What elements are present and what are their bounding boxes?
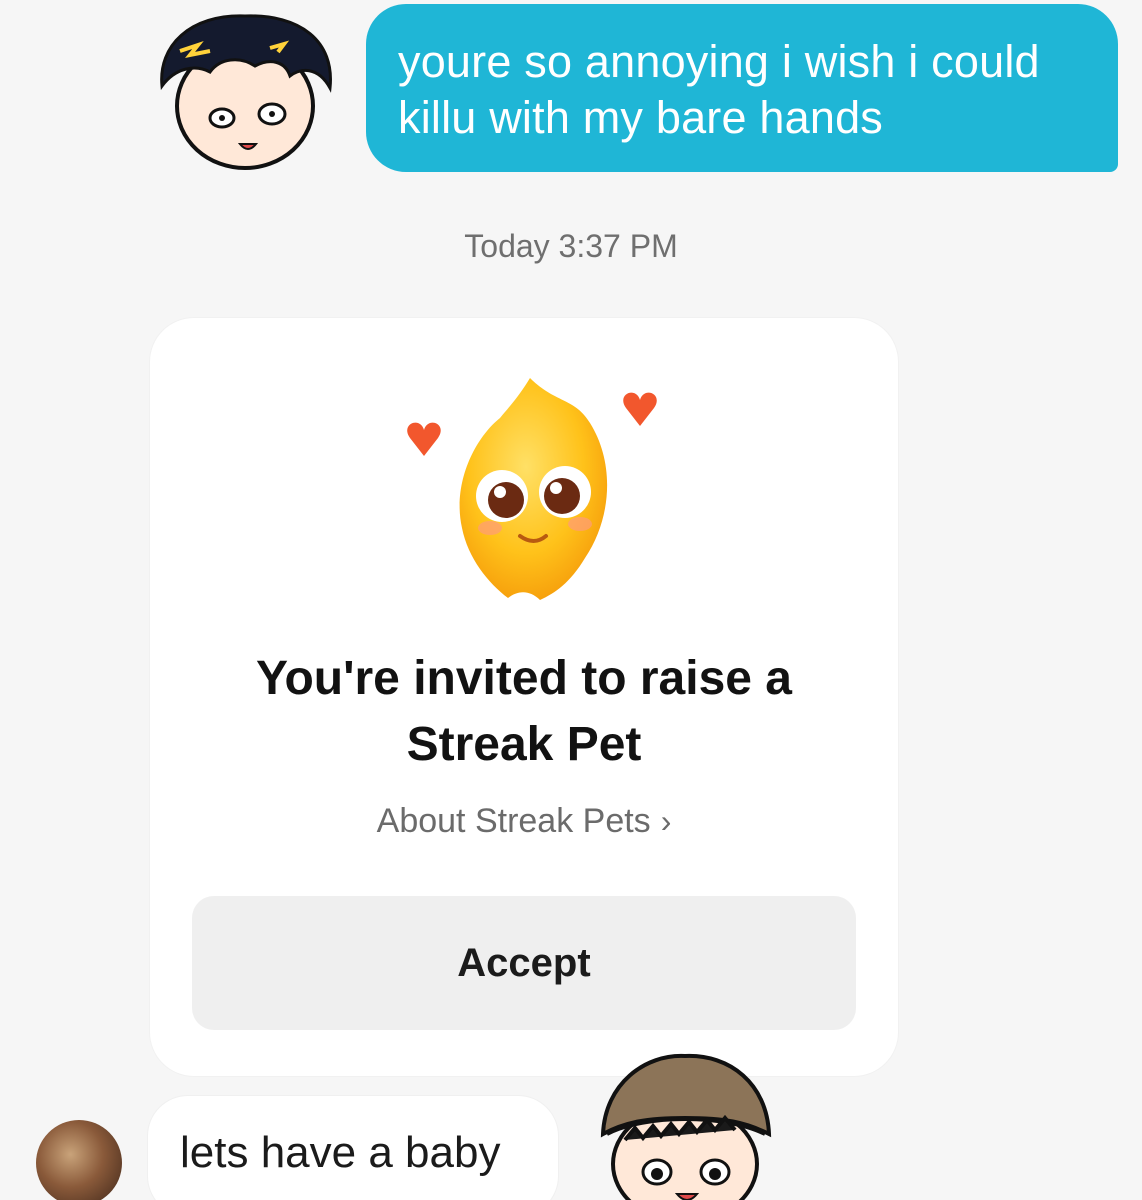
about-streak-pets-label: About Streak Pets <box>376 802 651 840</box>
invite-title-line: Streak Pet <box>406 718 642 771</box>
outgoing-message-line: killu with my bare hands <box>398 92 884 143</box>
boy-sticker-icon <box>160 14 332 170</box>
chevron-right-icon: › <box>660 803 672 839</box>
incoming-message-bubble[interactable]: lets have a baby <box>148 1096 558 1200</box>
accept-button[interactable]: Accept <box>192 896 856 1030</box>
about-streak-pets-link[interactable]: About Streak Pets › <box>150 802 898 841</box>
message-timestamp: Today 3:37 PM <box>464 228 678 264</box>
invite-title-line: You're invited to raise a <box>255 652 792 705</box>
cap-boy-sticker-icon <box>600 1053 772 1200</box>
avatar[interactable] <box>36 1120 122 1200</box>
incoming-message-text: lets have a baby <box>180 1128 501 1177</box>
outgoing-message-bubble[interactable]: youre so annoying i wish i could killu w… <box>366 4 1118 172</box>
outgoing-message-line: youre so annoying i wish i could <box>398 36 1040 87</box>
streak-pet-invite-card: You're invited to raise a Streak Pet Abo… <box>150 318 898 1076</box>
chat-thread: youre so annoying i wish i could killu w… <box>0 0 1142 1200</box>
invite-title: You're invited to raise a Streak Pet <box>150 646 898 778</box>
streak-pet-flame-icon <box>407 378 657 600</box>
